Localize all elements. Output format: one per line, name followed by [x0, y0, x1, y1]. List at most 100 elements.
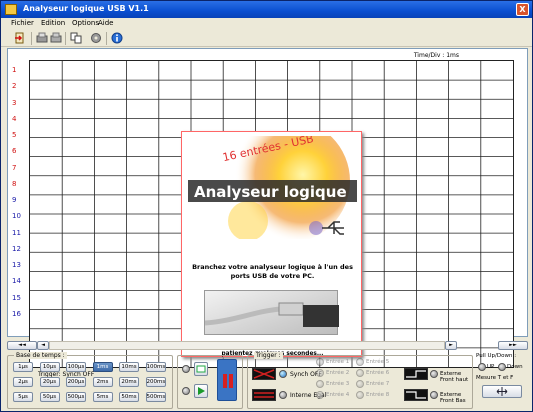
channel-label-15: 15 [12, 293, 21, 302]
pull-down-radio[interactable] [498, 363, 506, 371]
window-title: Analyseur logique USB V1.1 [23, 4, 149, 13]
print-preview-icon[interactable] [50, 32, 62, 44]
scroll-end-button[interactable]: ►► [498, 341, 528, 350]
channel-label-9: 9 [12, 196, 17, 204]
channel-label-6: 6 [12, 147, 17, 156]
entree-label-1: Entrée 1 [326, 359, 350, 365]
timebase-button-100µs[interactable]: 100µs [66, 362, 86, 372]
menu-aide[interactable]: Aide [98, 19, 113, 27]
usb-cable-image [204, 290, 339, 335]
splash-title: Analyseur logique [194, 183, 347, 201]
mesure-button[interactable] [482, 385, 522, 398]
channel-label-8: 8 [12, 179, 17, 188]
ext-haut-radio[interactable] [430, 370, 438, 378]
channel-label-13: 13 [12, 261, 21, 269]
ext-haut-label: Externe Front haut [440, 371, 469, 383]
splash-logo-image: 16 entrées - USB Analyseur logique [188, 136, 357, 239]
channel-label-5: 5 [12, 131, 17, 139]
splash-message-connect: Branchez votre analyseur logique à l'un … [192, 263, 353, 280]
signal-plot-area: Time/Div : 1ms 1 2 3 4 5 6 7 8 9 10 11 12 13 14 15 16 T… [7, 48, 528, 378]
timebase-button-20µs[interactable]: 20µs [39, 377, 60, 387]
info-icon[interactable] [111, 32, 123, 44]
timebase-label: Base de temps : [14, 352, 67, 359]
channel-label-7: 7 [12, 163, 17, 172]
entree-label-8: Entrée 8 [366, 392, 390, 398]
timebase-button-2µs[interactable]: 2µs [13, 377, 33, 387]
menu-options[interactable]: Options [72, 19, 99, 27]
entree-label-2: Entrée 2 [326, 370, 350, 376]
pull-label: Pull Up/Down : [476, 353, 517, 359]
channel-label-12: 12 [12, 244, 21, 253]
entree-radio-6[interactable] [356, 369, 364, 377]
timebase-button-5ms[interactable]: 5ms [92, 392, 113, 402]
channel-label-11: 11 [12, 228, 21, 237]
timebase-button-10µs[interactable]: 10µs [39, 362, 60, 372]
time-div-label: Time/Div : 1ms [413, 52, 459, 59]
mesure-label: Mesure T et F [476, 375, 514, 381]
toolbar [1, 30, 532, 47]
timebase-button-100ms[interactable]: 100ms [145, 362, 166, 372]
run-mode-radio-1[interactable] [182, 365, 190, 373]
pull-up-label: UP [487, 364, 495, 370]
play-icon[interactable] [194, 384, 208, 398]
entree-radio-3[interactable] [316, 380, 324, 388]
copy-icon[interactable] [70, 32, 82, 44]
pull-down-label: Down [507, 364, 523, 370]
channel-label-10: 10 [12, 212, 21, 221]
ext-bas-label: Externe Front Bas [440, 392, 466, 404]
timebase-button-500ms[interactable]: 500ms [145, 392, 166, 402]
entree-radio-7[interactable] [356, 380, 364, 388]
timebase-button-5µs[interactable]: 5µs [13, 392, 33, 402]
timebase-button-500µs[interactable]: 500µs [66, 392, 86, 402]
timebase-button-10ms[interactable]: 10ms [119, 362, 139, 372]
timebase-button-1µs[interactable]: 1µs [13, 362, 33, 372]
print-icon[interactable] [36, 32, 48, 44]
toolbar-separator [106, 32, 107, 45]
ext-haut-thumbnail [404, 368, 428, 380]
settings-icon[interactable] [90, 32, 102, 44]
interne-egal-radio[interactable] [279, 391, 287, 399]
scroll-right-button[interactable]: ► [445, 341, 457, 350]
timebase-button-1ms[interactable]: 1ms [92, 362, 113, 372]
entree-radio-5[interactable] [356, 358, 364, 366]
entree-label-4: Entrée 4 [326, 392, 350, 398]
exit-icon[interactable] [14, 32, 26, 44]
ext-bas-radio[interactable] [430, 391, 438, 399]
entree-radio-4[interactable] [316, 391, 324, 399]
synch-off-radio[interactable] [279, 370, 287, 378]
channel-label-14: 14 [12, 277, 21, 286]
entree-label-6: Entrée 6 [366, 370, 390, 376]
pause-button[interactable] [217, 359, 237, 401]
channel-label-1: 1 [12, 66, 17, 74]
timebase-button-200ms[interactable]: 200ms [145, 377, 166, 387]
ext-bas-thumbnail [404, 389, 428, 401]
timebase-button-200µs[interactable]: 200µs [66, 377, 86, 387]
timebase-button-50ms[interactable]: 50ms [119, 392, 139, 402]
horizontal-scrollbar[interactable]: ◄◄ ◄ ► ►► [7, 341, 528, 351]
timebase-button-20ms[interactable]: 20ms [119, 377, 139, 387]
synch-off-thumbnail [252, 368, 276, 380]
main-window: Analyseur logique USB V1.1 X Fichier Edi… [0, 0, 533, 412]
scroll-start-button[interactable]: ◄◄ [7, 341, 37, 350]
control-panel: Base de temps : 1µs 10µs 100µs 1ms 10ms 100ms… [7, 352, 528, 409]
run-mode-radio-2[interactable] [182, 387, 190, 395]
pull-up-radio[interactable] [478, 363, 486, 371]
menu-edition[interactable]: Edition [41, 19, 65, 27]
scroll-left-button[interactable]: ◄ [37, 341, 49, 350]
trigger-label: Trigger : [254, 352, 283, 359]
menu-fichier[interactable]: Fichier [11, 19, 34, 27]
entree-label-5: Entrée 5 [366, 359, 390, 365]
close-button[interactable]: X [516, 3, 529, 16]
trigger-group: Trigger : Synch OFF Interne Egal Entrée … [247, 352, 473, 409]
timebase-button-2ms[interactable]: 2ms [92, 377, 113, 387]
entree-label-7: Entrée 7 [366, 381, 390, 387]
title-bar: Analyseur logique USB V1.1 X [1, 1, 532, 18]
entree-radio-1[interactable] [316, 358, 324, 366]
toolbar-separator [65, 32, 66, 45]
timebase-button-50µs[interactable]: 50µs [39, 392, 60, 402]
run-controls [177, 355, 243, 409]
entree-radio-2[interactable] [316, 369, 324, 377]
single-capture-button[interactable] [194, 362, 208, 376]
scroll-track[interactable] [49, 341, 445, 350]
entree-radio-8[interactable] [356, 391, 364, 399]
